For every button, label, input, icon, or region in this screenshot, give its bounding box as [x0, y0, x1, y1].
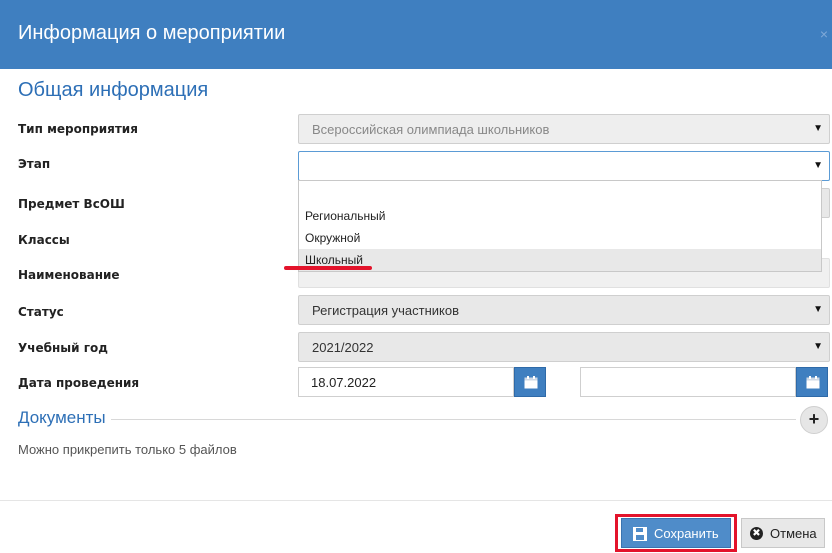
dropdown-option-school[interactable]: Школьный: [299, 249, 821, 271]
date-from-input[interactable]: 18.07.2022: [298, 367, 514, 397]
close-icon[interactable]: ×: [820, 26, 828, 42]
status-value: Регистрация участников: [312, 303, 459, 318]
cancel-icon: ✖: [750, 527, 763, 540]
event-type-select: Всероссийская олимпиада школьников ▼: [298, 114, 830, 144]
stage-label: Этап: [18, 157, 51, 171]
year-select[interactable]: 2021/2022 ▼: [298, 332, 830, 362]
dialog-header: Информация о мероприятии ×: [0, 0, 832, 69]
year-label: Учебный год: [18, 341, 108, 355]
dropdown-option[interactable]: [299, 183, 821, 205]
save-button[interactable]: Сохранить: [621, 518, 731, 548]
cancel-button-label: Отмена: [770, 526, 817, 541]
classes-label: Классы: [18, 233, 70, 247]
cancel-button[interactable]: ✖ Отмена: [741, 518, 825, 548]
calendar-icon[interactable]: [514, 367, 546, 397]
section-divider: [111, 419, 796, 420]
date-label: Дата проведения: [18, 376, 140, 390]
footer-divider: [0, 500, 832, 501]
date-to-input[interactable]: [580, 367, 796, 397]
event-type-label: Тип мероприятия: [18, 122, 138, 136]
stage-select[interactable]: ▼: [298, 151, 830, 181]
chevron-down-icon[interactable]: ▼: [813, 341, 823, 352]
date-from-value: 18.07.2022: [311, 375, 377, 390]
status-select[interactable]: Регистрация участников ▼: [298, 295, 830, 325]
dropdown-option-district[interactable]: Окружной: [299, 227, 821, 249]
annotation-underline: [284, 266, 372, 270]
plus-icon[interactable]: +: [800, 406, 828, 434]
chevron-down-icon[interactable]: ▼: [813, 160, 823, 171]
year-value: 2021/2022: [312, 340, 374, 355]
dialog-title: Информация о мероприятии: [18, 22, 286, 44]
save-icon: [633, 527, 647, 541]
dropdown-option-regional[interactable]: Региональный: [299, 205, 821, 227]
name-label: Наименование: [18, 268, 120, 282]
status-label: Статус: [18, 305, 64, 319]
chevron-down-icon[interactable]: ▼: [813, 304, 823, 315]
documents-section-title: Документы: [18, 408, 106, 427]
event-type-value: Всероссийская олимпиада школьников: [312, 122, 550, 137]
general-section-title: Общая информация: [18, 79, 209, 101]
calendar-icon[interactable]: [796, 367, 828, 397]
documents-hint: Можно прикрепить только 5 файлов: [18, 442, 237, 457]
stage-dropdown-list: Региональный Окружной Школьный: [298, 180, 822, 272]
chevron-down-icon: ▼: [813, 123, 823, 134]
subject-label: Предмет ВсОШ: [18, 197, 125, 211]
save-button-label: Сохранить: [654, 526, 719, 541]
